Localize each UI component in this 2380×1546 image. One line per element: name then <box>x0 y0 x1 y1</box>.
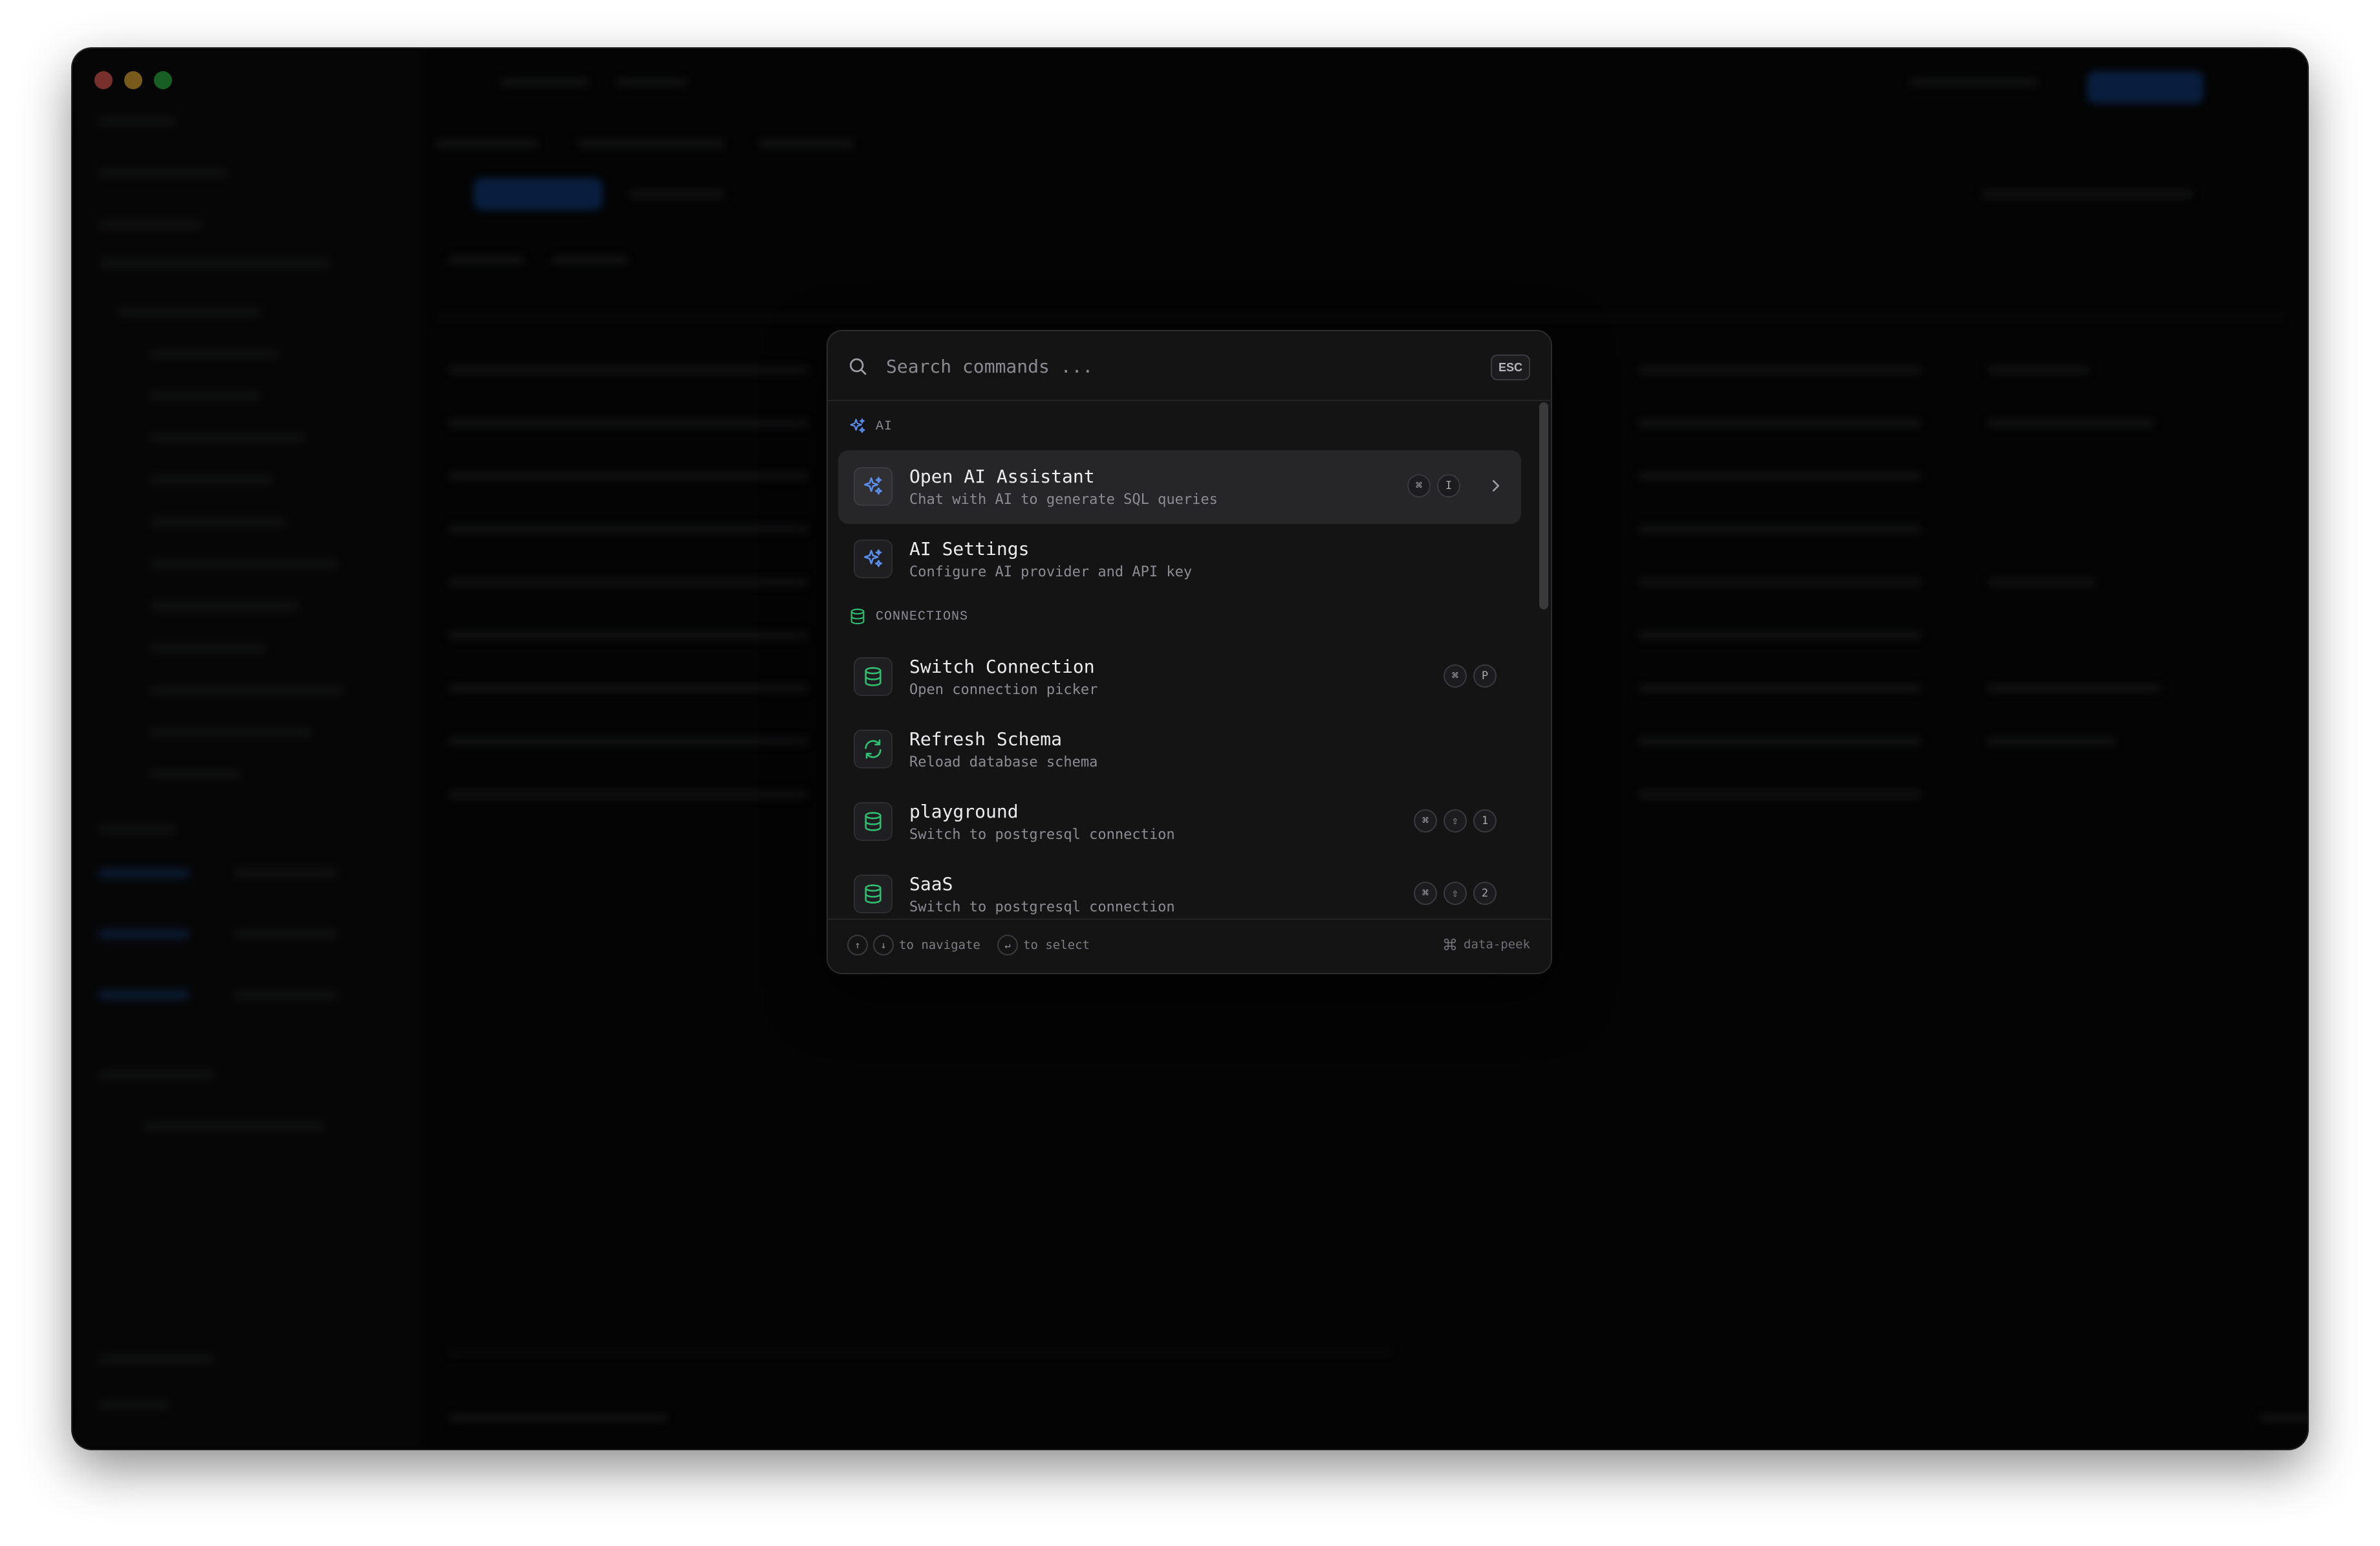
brand: data-peek <box>1443 937 1530 952</box>
sparkles-icon <box>863 549 883 567</box>
command-open-ai-assistant[interactable]: Open AI Assistant Chat with AI to genera… <box>838 450 1521 524</box>
item-title: AI Settings <box>909 538 1030 560</box>
command-switch-connection[interactable]: Switch Connection Open connection picker… <box>838 640 1521 714</box>
command-key-icon <box>1444 938 1456 951</box>
palette-footer: ↑ ↓ to navigate ↵ to select data-peek <box>828 919 1551 973</box>
shortcut-key: ⌘ <box>1407 474 1431 497</box>
item-description: Switch to postgresql connection <box>909 827 1175 843</box>
app-window: ESC AI Open AI <box>72 49 2308 1449</box>
command-connection-saas[interactable]: SaaS Switch to postgresql connection ⌘ ⇧… <box>838 858 1521 919</box>
command-ai-settings[interactable]: AI Settings Configure AI provider and AP… <box>838 523 1521 596</box>
search-bar: ESC <box>828 331 1551 401</box>
brand-label: data-peek <box>1464 937 1530 952</box>
shortcut-keys: ⌘ ⇧ 1 <box>1414 809 1497 833</box>
item-description: Reload database schema <box>909 754 1098 770</box>
enter-key: ↵ <box>997 935 1018 955</box>
group-label-ai: AI <box>876 419 893 434</box>
item-title: SaaS <box>909 873 953 895</box>
item-title: playground <box>909 801 1019 822</box>
item-icon-box <box>854 539 892 578</box>
shortcut-key: ⌘ <box>1414 809 1437 833</box>
shortcut-key: ⇧ <box>1444 882 1467 905</box>
database-icon <box>865 667 882 686</box>
item-title: Refresh Schema <box>909 728 1063 750</box>
sparkles-icon <box>863 477 883 495</box>
item-description: Chat with AI to generate SQL queries <box>909 492 1218 508</box>
item-icon-box <box>854 802 892 841</box>
shortcut-key: 1 <box>1473 809 1497 833</box>
select-label: to select <box>1023 938 1090 952</box>
shortcut-keys: ⌘ P <box>1444 664 1497 688</box>
esc-key-badge[interactable]: ESC <box>1490 354 1530 380</box>
item-description: Open connection picker <box>909 682 1098 698</box>
command-connection-playground[interactable]: playground Switch to postgresql connecti… <box>838 785 1521 859</box>
command-refresh-schema[interactable]: Refresh Schema Reload database schema <box>838 713 1521 787</box>
shortcut-keys: ⌘ I <box>1407 474 1460 497</box>
item-description: Switch to postgresql connection <box>909 899 1175 915</box>
navigate-hint: ↑ ↓ to navigate <box>847 935 980 955</box>
shortcut-key: ⇧ <box>1444 809 1467 833</box>
search-icon <box>850 358 867 375</box>
arrow-up-key: ↑ <box>847 935 868 955</box>
shortcut-key: I <box>1437 474 1460 497</box>
shortcut-key: 2 <box>1473 882 1497 905</box>
group-label-connections: CONNECTIONS <box>876 609 969 624</box>
database-icon <box>850 608 865 625</box>
shortcut-key: P <box>1473 664 1497 688</box>
search-input[interactable] <box>885 349 1437 383</box>
item-icon-box <box>854 875 892 913</box>
command-list: AI Open AI Assistant Chat with AI to gen… <box>828 401 1551 919</box>
navigate-label: to navigate <box>899 938 980 952</box>
refresh-icon <box>865 739 882 759</box>
arrow-down-key: ↓ <box>873 935 894 955</box>
list-scrollbar[interactable] <box>1539 402 1548 609</box>
database-icon <box>865 812 882 831</box>
database-icon <box>865 884 882 904</box>
shortcut-key: ⌘ <box>1414 882 1437 905</box>
shortcut-key: ⌘ <box>1444 664 1467 688</box>
group-header-connections: CONNECTIONS <box>849 607 968 626</box>
item-icon-box <box>854 467 892 506</box>
item-description: Configure AI provider and API key <box>909 564 1193 580</box>
item-title: Switch Connection <box>909 656 1095 677</box>
group-header-ai: AI <box>849 417 892 436</box>
background-sidebar <box>72 49 422 1449</box>
command-palette: ESC AI Open AI <box>827 330 1552 974</box>
select-hint: ↵ to select <box>997 935 1090 955</box>
chevron-right-icon <box>1493 480 1499 492</box>
item-icon-box <box>854 657 892 696</box>
shortcut-keys: ⌘ ⇧ 2 <box>1414 882 1497 905</box>
sparkles-icon <box>850 418 865 433</box>
item-icon-box <box>854 730 892 768</box>
item-title: Open AI Assistant <box>909 466 1095 487</box>
